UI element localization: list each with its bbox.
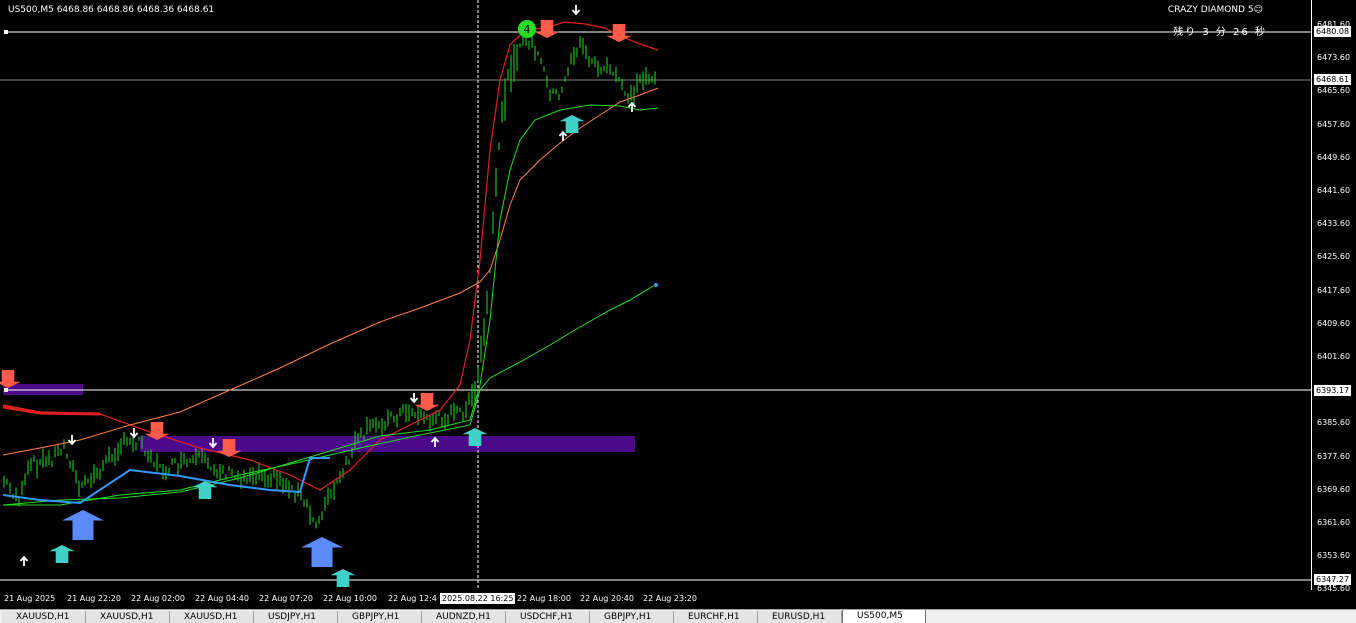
chart-tab[interactable]: EURCHF,H1 bbox=[674, 611, 758, 623]
small-sell-arrow-icon bbox=[67, 435, 77, 446]
price-marker-line-low: 6347.27 bbox=[1314, 574, 1352, 585]
strong-buy-arrow-icon bbox=[301, 537, 343, 567]
ma-orange-line bbox=[2, 87, 659, 456]
ma-red-line bbox=[2, 21, 659, 491]
chart-tab[interactable]: GBPJPY,H1 bbox=[590, 611, 674, 623]
time-tick-label: 22 Aug 04:40 bbox=[195, 594, 249, 603]
price-tick-label: 6473.60 bbox=[1317, 53, 1351, 63]
strong-buy-arrow-icon bbox=[62, 510, 104, 540]
price-tick-label: 6425.60 bbox=[1317, 252, 1351, 262]
small-sell-arrow-icon bbox=[571, 5, 581, 16]
chart-tab[interactable]: GBPJPY,H1 bbox=[338, 611, 422, 623]
chart-tab[interactable]: EURUSD,H1 bbox=[758, 611, 842, 623]
price-tick-label: 6465.60 bbox=[1317, 86, 1351, 96]
symbol-info: US500,M5 6468.86 6468.86 6468.36 6468.61 bbox=[8, 5, 215, 15]
ea-name: CRAZY DIAMOND 5☺ bbox=[1167, 5, 1263, 15]
small-buy-arrow-icon bbox=[19, 555, 29, 566]
chart-tab[interactable]: XAUUSD,H1 bbox=[86, 611, 170, 623]
chart-area[interactable]: 4 US500,M5 6468.86 6468.86 6468.36 6468.… bbox=[0, 0, 1312, 590]
price-tick-label: 6409.60 bbox=[1317, 318, 1351, 328]
price-tick-label: 6369.60 bbox=[1317, 484, 1351, 494]
time-tick-label: 22 Aug 12:4 bbox=[388, 594, 437, 603]
price-tick-label: 6377.60 bbox=[1317, 451, 1351, 461]
time-tick-label: 22 Aug 23:20 bbox=[643, 594, 697, 603]
chart-tab[interactable]: AUDNZD,H1 bbox=[422, 611, 506, 623]
signal-count-text: 4 bbox=[524, 23, 531, 36]
candles bbox=[3, 31, 656, 529]
price-chart[interactable]: 4 bbox=[0, 0, 1312, 590]
price-tick-label: 6417.60 bbox=[1317, 285, 1351, 295]
time-tick-label: 22 Aug 20:40 bbox=[580, 594, 634, 603]
buy-arrow-icon bbox=[330, 569, 356, 587]
chart-tab[interactable]: XAUUSD,H1 bbox=[2, 611, 86, 623]
price-tick-label: 6345.60 bbox=[1317, 584, 1351, 594]
moving-averages bbox=[2, 21, 659, 506]
chart-tab-bar: XAUUSD,H1 XAUUSD,H1 XAUUSD,H1 USDJPY,H1 GBPJ… bbox=[0, 609, 1356, 623]
hline-handle[interactable] bbox=[4, 388, 8, 392]
price-axis[interactable]: 6481.60 6473.60 6465.60 6457.60 6449.60 6441.… bbox=[1312, 0, 1356, 594]
supply-demand-zones bbox=[3, 384, 635, 452]
time-tick-label: 22 Aug 07:20 bbox=[259, 594, 313, 603]
time-tick-label: 21 Aug 2025 bbox=[4, 594, 56, 603]
price-marker-line-top: 6480.08 bbox=[1314, 26, 1352, 37]
price-marker-line-mid: 6393.17 bbox=[1314, 385, 1352, 396]
zone-rect bbox=[140, 436, 635, 452]
price-tick-label: 6385.60 bbox=[1317, 418, 1351, 428]
price-tick-label: 6457.60 bbox=[1317, 119, 1351, 129]
buy-arrow-icon bbox=[559, 115, 585, 133]
horizontal-lines[interactable] bbox=[0, 30, 1312, 581]
small-sell-arrow-icon bbox=[129, 428, 139, 439]
price-marker-current-price: 6468.61 bbox=[1314, 74, 1352, 85]
price-tick-label: 6353.60 bbox=[1317, 551, 1351, 561]
hline-handle[interactable] bbox=[4, 30, 8, 34]
price-tick-label: 6401.60 bbox=[1317, 352, 1351, 361]
buy-arrow-icon bbox=[49, 545, 75, 563]
ma-green-slow-line bbox=[3, 284, 656, 506]
time-tick-label: 21 Aug 22:20 bbox=[67, 594, 121, 603]
candle-countdown: 残り 3 分 26 秒 bbox=[1173, 27, 1267, 38]
ma-red-thick-line bbox=[2, 405, 101, 416]
signal-count-badge: 4 bbox=[518, 20, 536, 38]
ma-blue-end bbox=[654, 283, 658, 287]
signal-arrows bbox=[0, 5, 637, 587]
small-sell-arrow-icon bbox=[409, 393, 419, 404]
crosshair-time-marker: 2025.08.22 16:25 bbox=[440, 593, 516, 604]
price-tick-label: 6441.60 bbox=[1317, 186, 1351, 195]
chart-tab[interactable]: US500,M5 bbox=[842, 610, 926, 623]
time-axis[interactable]: 21 Aug 2025 21 Aug 22:20 22 Aug 02:00 22 Au… bbox=[0, 590, 1312, 608]
chart-tab[interactable]: USDCHF,H1 bbox=[506, 611, 590, 623]
small-buy-arrow-icon bbox=[558, 130, 568, 141]
price-tick-label: 6449.60 bbox=[1317, 152, 1351, 162]
time-tick-label: 22 Aug 02:00 bbox=[131, 594, 185, 603]
price-tick-label: 6433.60 bbox=[1317, 219, 1351, 229]
time-tick-label: 22 Aug 18:00 bbox=[517, 594, 571, 603]
chart-tab[interactable]: USDJPY,H1 bbox=[254, 611, 338, 623]
chart-tab[interactable]: XAUUSD,H1 bbox=[170, 611, 254, 623]
price-tick-label: 6361.60 bbox=[1317, 518, 1351, 527]
time-tick-label: 22 Aug 10:00 bbox=[323, 594, 377, 603]
